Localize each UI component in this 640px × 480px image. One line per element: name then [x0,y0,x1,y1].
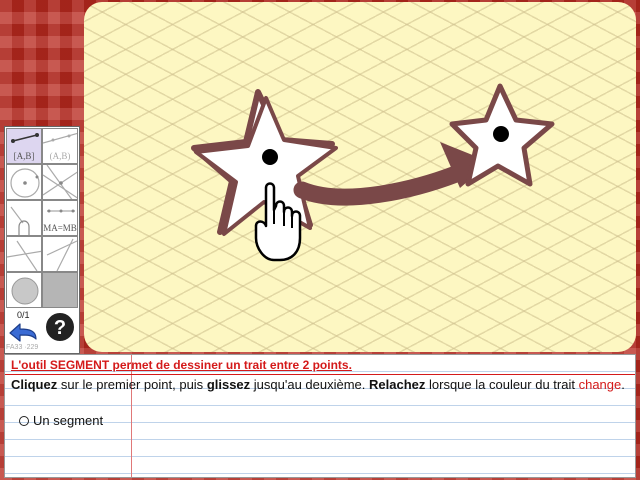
progress-counter: 0/1 [17,310,30,320]
arc-tool-button[interactable] [6,200,42,236]
svg-text:?: ? [54,317,66,339]
end-point[interactable] [493,126,509,142]
perpendicular-icon [7,240,41,271]
angle-tool-button[interactable] [42,236,78,272]
instr-change-word: change [578,377,622,392]
instr-text-4: . [621,377,625,392]
instruction-panel: L'outil SEGMENT permet de dessiner un tr… [4,354,636,478]
instr-drag-word: glissez [206,377,251,392]
fill-tool-button[interactable] [6,272,42,308]
gray-swatch-button[interactable] [42,272,78,308]
back-button[interactable] [8,321,38,345]
instr-release-word: Relachez [369,377,426,392]
line-tool-label: (A,B) [49,151,71,161]
instr-click-word: Cliquez [11,377,58,392]
midpoint-tool-label: MA=MB [43,223,77,233]
drawing-board[interactable] [84,2,636,352]
help-button[interactable]: ? [43,310,77,344]
help-icon: ? [44,311,76,343]
circle-icon [10,168,40,198]
segment-tool-label: [A,B] [13,151,35,161]
footer-id: FA33 ·229 [6,344,39,351]
back-arrow-icon [9,323,37,342]
circle-tool-button[interactable] [6,164,42,200]
drag-arrow [293,165,465,206]
goal-option-label: Un segment [33,413,104,428]
fill-circle-icon [11,277,39,305]
instr-text-1: sur le premier point, puis [57,377,207,392]
board-canvas [191,83,555,262]
start-point[interactable] [262,149,278,165]
midpoint-tool-button[interactable]: MA=MB [42,200,78,236]
lines-tool-button[interactable] [42,164,78,200]
segment-tool-button[interactable]: [A,B] [6,128,42,164]
instr-text-3: lorsque la couleur du trait [425,377,579,392]
instruction-text: Cliquez sur le premier point, puis gliss… [11,375,631,395]
instr-text-2: jusqu'au deuxième. [250,377,370,392]
goal-option: Un segment [19,413,103,428]
angle-icon [46,238,77,271]
instruction-title: L'outil SEGMENT permet de dessiner un tr… [11,358,352,372]
tool-palette: [A,B] (A,B) MA=MB 0/1 ? FA33 ·229 [4,126,80,354]
lines-through-point-icon [43,165,77,199]
perpendicular-tool-button[interactable] [6,236,42,272]
goal-radio-icon [19,415,29,426]
line-tool-button[interactable]: (A,B) [42,128,78,164]
arc-icon [10,206,30,235]
